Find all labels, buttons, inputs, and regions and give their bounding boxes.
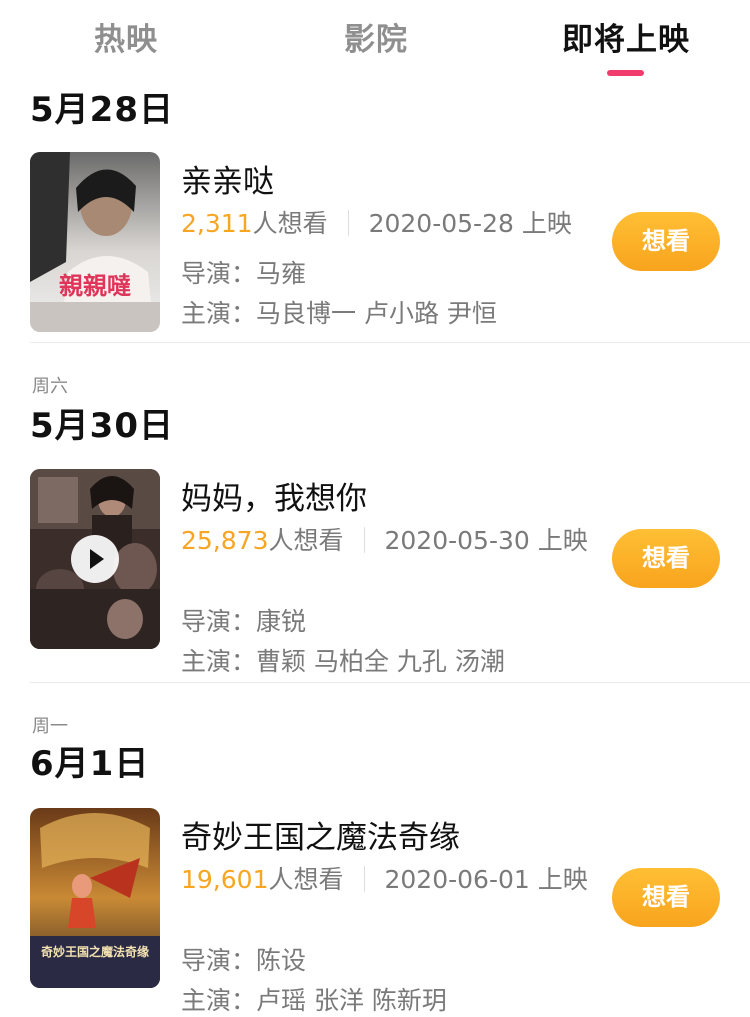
release-date: 2020-05-30 上映: [384, 526, 588, 555]
movie-item[interactable]: 親親噠 亲亲哒 2,311人想看 2020-05-28 上映 导演：马雍 主演：马…: [0, 152, 750, 352]
play-video-icon[interactable]: [71, 535, 119, 583]
meta-divider: [363, 527, 365, 553]
poster-image: 親親噠: [30, 152, 160, 332]
director-label: 导演：: [181, 607, 257, 636]
cast-names: 曹颖 马柏全 九孔 汤潮: [256, 647, 505, 676]
poster-title-text: 親親噠: [59, 272, 131, 300]
want-count: 2,311: [181, 209, 253, 238]
movie-meta: 2,311人想看 2020-05-28 上映: [181, 208, 601, 239]
meta-divider: [363, 866, 365, 892]
movie-meta: 19,601人想看 2020-06-01 上映: [181, 864, 601, 895]
movie-title[interactable]: 妈妈，我想你: [181, 473, 367, 518]
release-date: 2020-05-28 上映: [368, 209, 572, 238]
date-section: 5月28日 親親噠 亲亲哒 2,311人想看 2020-05-28 上映 导演：…: [0, 82, 750, 344]
cast-line: 主演：马良博一 卢小路 尹恒: [181, 294, 497, 330]
section-weekday: 周六: [32, 376, 68, 397]
section-date: 5月30日: [30, 406, 174, 446]
want-label: 人想看: [252, 209, 328, 238]
date-section: 周六 5月30日 妈妈，我想你 25,873人想看 2020-05-30 上映 导…: [0, 372, 750, 683]
section-divider: [30, 342, 750, 343]
cast-names: 卢瑶 张洋 陈新玥: [256, 986, 447, 1015]
want-count: 25,873: [181, 526, 269, 555]
poster-title-text: 奇妙王国之魔法奇缘: [41, 944, 149, 959]
director-line: 导演：康锐: [181, 602, 306, 638]
cast-label: 主演：: [181, 647, 257, 676]
date-section: 周一 6月1日 奇妙王国之魔法奇缘 奇妙王国之魔法奇缘 19,601人想看 20…: [0, 712, 750, 1015]
poster-image: 奇妙王国之魔法奇缘: [30, 808, 160, 988]
want-label: 人想看: [268, 865, 344, 894]
movie-item[interactable]: 妈妈，我想你 25,873人想看 2020-05-30 上映 导演：康锐 主演：曹…: [0, 469, 750, 679]
cast-line: 主演：曹颖 马柏全 九孔 汤潮: [181, 642, 505, 678]
movie-item[interactable]: 奇妙王国之魔法奇缘 奇妙王国之魔法奇缘 19,601人想看 2020-06-01 …: [0, 808, 750, 1015]
cast-label: 主演：: [181, 986, 257, 1015]
cast-line: 主演：卢瑶 张洋 陈新玥: [181, 981, 447, 1017]
movie-title[interactable]: 奇妙王国之魔法奇缘: [181, 812, 460, 857]
director-label: 导演：: [181, 946, 257, 975]
movie-poster[interactable]: 親親噠: [30, 152, 160, 332]
director-name: 陈设: [256, 946, 307, 975]
tab-now-showing[interactable]: 热映: [94, 14, 158, 59]
section-divider: [30, 682, 750, 683]
want-to-watch-button[interactable]: 想看: [612, 868, 720, 927]
tab-cinemas[interactable]: 影院: [344, 14, 408, 59]
meta-divider: [347, 210, 349, 236]
want-count: 19,601: [181, 865, 269, 894]
tab-coming-soon[interactable]: 即将上映: [562, 14, 690, 59]
movie-poster[interactable]: [30, 469, 160, 649]
movie-meta: 25,873人想看 2020-05-30 上映: [181, 525, 601, 556]
section-date: 6月1日: [30, 744, 150, 784]
director-line: 导演：马雍: [181, 254, 306, 290]
director-name: 康锐: [256, 607, 307, 636]
section-weekday: 周一: [32, 716, 68, 737]
cast-label: 主演：: [181, 299, 257, 328]
active-tab-indicator: [607, 70, 644, 76]
top-tab-bar: 热映 影院 即将上映: [0, 0, 750, 82]
director-name: 马雍: [256, 259, 307, 288]
movie-poster[interactable]: 奇妙王国之魔法奇缘: [30, 808, 160, 988]
release-date: 2020-06-01 上映: [384, 865, 588, 894]
cast-names: 马良博一 卢小路 尹恒: [256, 299, 497, 328]
director-line: 导演：陈设: [181, 941, 306, 977]
movie-title[interactable]: 亲亲哒: [181, 156, 274, 201]
want-to-watch-button[interactable]: 想看: [612, 529, 720, 588]
section-date: 5月28日: [30, 90, 174, 130]
want-to-watch-button[interactable]: 想看: [612, 212, 720, 271]
director-label: 导演：: [181, 259, 257, 288]
want-label: 人想看: [268, 526, 344, 555]
